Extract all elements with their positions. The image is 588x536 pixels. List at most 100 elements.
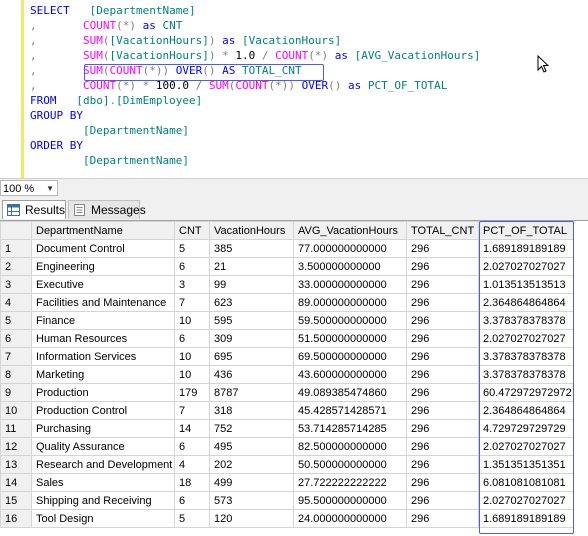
table-cell[interactable]: 2.027027027027: [478, 491, 574, 510]
table-cell[interactable]: 296: [406, 239, 479, 258]
row-number[interactable]: 15: [0, 491, 32, 510]
row-number[interactable]: 4: [0, 293, 32, 312]
tab-messages[interactable]: Messages: [68, 200, 146, 219]
row-number[interactable]: 16: [0, 509, 32, 528]
table-cell[interactable]: 6: [174, 491, 210, 510]
table-cell[interactable]: 202: [209, 455, 294, 474]
table-cell[interactable]: 18: [174, 473, 210, 492]
code-line[interactable]: FROM [dbo].[DimEmployee]: [30, 93, 480, 108]
table-row[interactable]: 3 Executive 3 99 33.000000000000 296 1.0135135…: [0, 275, 574, 294]
table-cell[interactable]: 2.027027027027: [478, 437, 574, 456]
zoom-dropdown[interactable]: 100 % ▼: [0, 180, 58, 196]
table-cell[interactable]: Shipping and Receiving: [31, 491, 175, 510]
table-cell[interactable]: 89.000000000000: [293, 293, 407, 312]
table-cell[interactable]: Purchasing: [31, 419, 175, 438]
table-cell[interactable]: 53.714285714285: [293, 419, 407, 438]
row-number[interactable]: 9: [0, 383, 32, 402]
table-cell[interactable]: 4: [174, 455, 210, 474]
table-cell[interactable]: 296: [406, 293, 479, 312]
table-cell[interactable]: 1.351351351351: [478, 455, 574, 474]
table-cell[interactable]: 499: [209, 473, 294, 492]
row-number[interactable]: 3: [0, 275, 32, 294]
table-cell[interactable]: 27.722222222222: [293, 473, 407, 492]
table-cell[interactable]: Production: [31, 383, 175, 402]
table-row[interactable]: 10 Production Control 7 318 45.428571428571 2…: [0, 401, 574, 420]
row-number[interactable]: 5: [0, 311, 32, 330]
table-cell[interactable]: 59.500000000000: [293, 311, 407, 330]
code-line[interactable]: , SUM([VacationHours]) * 1.0 / COUNT(*) …: [30, 48, 480, 63]
table-cell[interactable]: 2.027027027027: [478, 329, 574, 348]
code-line[interactable]: , SUM([VacationHours]) as [VacationHours…: [30, 33, 480, 48]
table-cell[interactable]: 14: [174, 419, 210, 438]
table-cell[interactable]: Marketing: [31, 365, 175, 384]
table-cell[interactable]: 10: [174, 311, 210, 330]
table-cell[interactable]: 623: [209, 293, 294, 312]
table-cell[interactable]: 296: [406, 419, 479, 438]
table-cell[interactable]: 82.500000000000: [293, 437, 407, 456]
table-cell[interactable]: Human Resources: [31, 329, 175, 348]
table-cell[interactable]: 69.500000000000: [293, 347, 407, 366]
table-cell[interactable]: 50.500000000000: [293, 455, 407, 474]
table-cell[interactable]: 495: [209, 437, 294, 456]
code-line[interactable]: , COUNT(*) as CNT: [30, 18, 480, 33]
table-cell[interactable]: 10: [174, 347, 210, 366]
table-cell[interactable]: 2.364864864864: [478, 401, 574, 420]
row-number[interactable]: 2: [0, 257, 32, 276]
table-cell[interactable]: 296: [406, 437, 479, 456]
table-cell[interactable]: 695: [209, 347, 294, 366]
table-cell[interactable]: 1.689189189189: [478, 509, 574, 528]
query-editor[interactable]: SELECT [DepartmentName], COUNT(*) as CNT…: [0, 0, 588, 178]
tab-results[interactable]: Results: [2, 200, 66, 219]
table-row[interactable]: 6 Human Resources 6 309 51.500000000000 296 2.…: [0, 329, 574, 348]
table-cell[interactable]: Facilities and Maintenance: [31, 293, 175, 312]
table-cell[interactable]: 296: [406, 311, 479, 330]
table-cell[interactable]: 296: [406, 329, 479, 348]
table-cell[interactable]: 1.689189189189: [478, 239, 574, 258]
table-cell[interactable]: 752: [209, 419, 294, 438]
table-cell[interactable]: 296: [406, 509, 479, 528]
table-cell[interactable]: 296: [406, 473, 479, 492]
table-cell[interactable]: Finance: [31, 311, 175, 330]
table-cell[interactable]: 51.500000000000: [293, 329, 407, 348]
table-cell[interactable]: 45.428571428571: [293, 401, 407, 420]
table-cell[interactable]: 33.000000000000: [293, 275, 407, 294]
table-cell[interactable]: 296: [406, 275, 479, 294]
table-cell[interactable]: Quality Assurance: [31, 437, 175, 456]
table-cell[interactable]: 296: [406, 455, 479, 474]
column-header[interactable]: PCT_OF_TOTAL: [478, 221, 574, 240]
table-cell[interactable]: 5: [174, 509, 210, 528]
table-cell[interactable]: Executive: [31, 275, 175, 294]
table-row[interactable]: 16 Tool Design 5 120 24.000000000000 296 1.689…: [0, 509, 574, 528]
table-row[interactable]: 12 Quality Assurance 6 495 82.500000000000 29…: [0, 437, 574, 456]
table-row[interactable]: 15 Shipping and Receiving 6 573 95.500000000…: [0, 491, 574, 510]
column-header[interactable]: AVG_VacationHours: [293, 221, 407, 240]
column-header[interactable]: DepartmentName: [31, 221, 175, 240]
table-cell[interactable]: 7: [174, 293, 210, 312]
table-cell[interactable]: 296: [406, 491, 479, 510]
code-line[interactable]: [DepartmentName]: [30, 123, 480, 138]
table-cell[interactable]: 3.378378378378: [478, 311, 574, 330]
row-number[interactable]: 8: [0, 365, 32, 384]
table-cell[interactable]: 595: [209, 311, 294, 330]
table-cell[interactable]: 296: [406, 257, 479, 276]
table-cell[interactable]: 318: [209, 401, 294, 420]
table-row[interactable]: 1 Document Control 5 385 77.000000000000 296 1…: [0, 239, 574, 258]
table-cell[interactable]: Sales: [31, 473, 175, 492]
table-cell[interactable]: 179: [174, 383, 210, 402]
table-cell[interactable]: 296: [406, 365, 479, 384]
table-cell[interactable]: 436: [209, 365, 294, 384]
table-cell[interactable]: 4.729729729729: [478, 419, 574, 438]
table-cell[interactable]: 7: [174, 401, 210, 420]
table-cell[interactable]: 6.081081081081: [478, 473, 574, 492]
code-line[interactable]: [DepartmentName]: [30, 153, 480, 168]
table-cell[interactable]: 3.378378378378: [478, 347, 574, 366]
table-cell[interactable]: 296: [406, 383, 479, 402]
table-cell[interactable]: 43.600000000000: [293, 365, 407, 384]
table-cell[interactable]: Information Services: [31, 347, 175, 366]
table-cell[interactable]: 6: [174, 329, 210, 348]
row-number[interactable]: 14: [0, 473, 32, 492]
table-cell[interactable]: 5: [174, 239, 210, 258]
table-cell[interactable]: 60.472972972972: [478, 383, 574, 402]
table-cell[interactable]: 77.000000000000: [293, 239, 407, 258]
code-line[interactable]: ORDER BY: [30, 138, 480, 153]
